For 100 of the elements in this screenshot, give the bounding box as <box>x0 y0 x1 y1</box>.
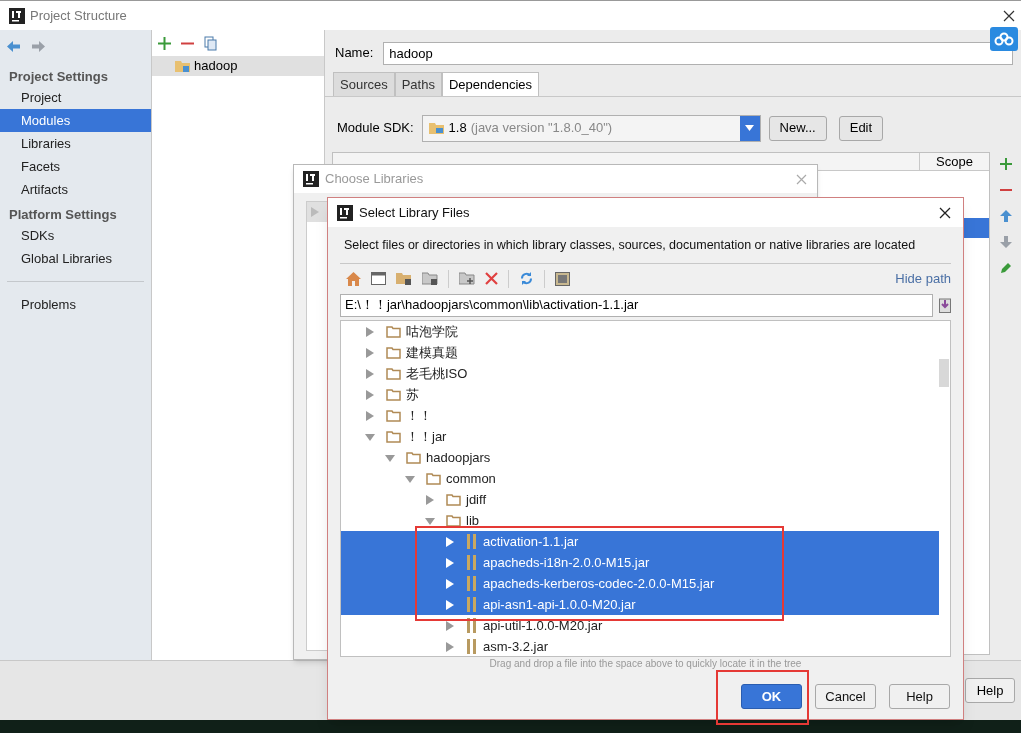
hide-path-link[interactable]: Hide path <box>895 268 951 289</box>
sdk-label: Module SDK: <box>337 119 414 138</box>
path-field[interactable]: E:\！！jar\hadoopjars\common\lib\activation-1.1.jar <box>340 293 933 317</box>
tree-row[interactable]: 苏 <box>341 384 939 405</box>
desktop-icon[interactable] <box>371 272 386 285</box>
forward-arrow-icon[interactable] <box>31 39 46 53</box>
collapsed-arrow-icon[interactable] <box>365 410 375 421</box>
tree-row[interactable]: activation-1.1.jar <box>341 531 939 552</box>
folder-icon <box>406 451 421 464</box>
expanded-arrow-icon[interactable] <box>365 431 375 442</box>
tree-row[interactable]: api-asn1-api-1.0.0-M20.jar <box>341 594 939 615</box>
tab[interactable]: Sources <box>333 72 395 96</box>
jar-icon <box>466 639 478 654</box>
folder-icon <box>386 430 401 443</box>
tree-row[interactable]: 老毛桃ISO <box>341 363 939 384</box>
sdk-button[interactable]: Edit <box>838 115 884 141</box>
app-logo-icon <box>9 7 25 24</box>
folder-icon[interactable] <box>422 272 438 285</box>
tab[interactable]: Dependencies <box>441 72 540 96</box>
sidebar-item[interactable]: Modules <box>0 109 151 132</box>
app-logo-icon <box>337 204 353 221</box>
back-arrow-icon[interactable] <box>6 39 21 53</box>
copy-icon[interactable] <box>204 35 217 51</box>
tab[interactable]: Paths <box>394 72 442 96</box>
dialog-title: Choose Libraries <box>325 170 424 189</box>
new-folder-icon[interactable] <box>459 272 475 285</box>
sidebar-item[interactable]: Problems <box>0 293 151 316</box>
clipboard-icon[interactable] <box>939 297 951 313</box>
move-down-icon[interactable] <box>999 236 1012 248</box>
cloud-icon[interactable] <box>990 27 1018 51</box>
grid-icon[interactable] <box>555 271 570 286</box>
collapsed-arrow-icon[interactable] <box>365 389 375 400</box>
sidebar-item[interactable]: Artifacts <box>0 178 151 201</box>
expanded-arrow-icon[interactable] <box>405 473 415 484</box>
delete-icon[interactable] <box>485 272 498 285</box>
folder-icon <box>386 409 401 422</box>
collapsed-arrow-icon[interactable] <box>445 641 455 652</box>
jar-icon <box>466 597 478 612</box>
add-icon[interactable] <box>158 36 171 50</box>
expanded-arrow-icon[interactable] <box>385 452 395 463</box>
section-heading: Platform Settings <box>8 205 118 224</box>
tree-row[interactable]: hadoopjars <box>341 447 939 468</box>
add-icon[interactable] <box>999 158 1012 170</box>
ok-button[interactable]: OK <box>741 684 802 709</box>
app-logo-icon <box>303 171 319 187</box>
collapsed-arrow-icon[interactable] <box>365 368 375 379</box>
folder-icon <box>386 388 401 401</box>
dialog-description: Select files or directories in which library classes, sources, documentation or native libraries are located <box>343 236 917 254</box>
move-up-icon[interactable] <box>999 210 1012 222</box>
sidebar-item[interactable]: Project <box>0 86 151 109</box>
tree-row[interactable]: asm-3.2.jar <box>341 636 939 656</box>
tree-row[interactable]: 咕泡学院 <box>341 321 939 342</box>
tree-row[interactable]: apacheds-i18n-2.0.0-M15.jar <box>341 552 939 573</box>
close-icon[interactable] <box>939 206 951 219</box>
sdk-dropdown[interactable]: 1.8 (java version "1.8.0_40") <box>421 114 761 142</box>
folder-icon <box>386 367 401 380</box>
section-heading: Project Settings <box>8 67 109 86</box>
tree-row[interactable]: ！！ <box>341 405 939 426</box>
sidebar-item[interactable]: Facets <box>0 155 151 178</box>
collapsed-arrow-icon[interactable] <box>365 326 375 337</box>
collapsed-arrow-icon[interactable] <box>445 557 455 568</box>
folder-icon[interactable] <box>396 272 412 285</box>
name-label: Name: <box>335 44 374 63</box>
dialog-button[interactable]: Help <box>889 684 950 709</box>
tree-row[interactable]: jdiff <box>341 489 939 510</box>
jar-icon <box>466 555 478 570</box>
home-icon[interactable] <box>346 271 361 286</box>
tree-row[interactable]: ！！jar <box>341 426 939 447</box>
folder-icon <box>386 346 401 359</box>
folder-icon <box>446 514 461 527</box>
collapsed-arrow-icon[interactable] <box>445 620 455 631</box>
pencil-icon[interactable] <box>999 262 1012 274</box>
column-header[interactable]: Scope <box>919 153 989 170</box>
sdk-button[interactable]: New... <box>768 115 827 141</box>
folder-icon <box>386 325 401 338</box>
sidebar-item[interactable]: SDKs <box>0 224 151 247</box>
refresh-icon[interactable] <box>519 271 534 286</box>
collapsed-arrow-icon[interactable] <box>445 599 455 610</box>
sidebar-item[interactable]: Libraries <box>0 132 151 155</box>
sidebar-item[interactable]: Global Libraries <box>0 247 151 270</box>
tree-row[interactable]: 建模真题 <box>341 342 939 363</box>
sdk-folder-icon <box>428 121 445 135</box>
jar-icon <box>466 576 478 591</box>
tree-row[interactable]: common <box>341 468 939 489</box>
tree-row[interactable]: apacheds-kerberos-codec-2.0.0-M15.jar <box>341 573 939 594</box>
collapsed-arrow-icon[interactable] <box>365 347 375 358</box>
scrollbar[interactable] <box>939 359 949 387</box>
module-item[interactable]: hadoop <box>152 56 324 76</box>
help-button[interactable]: Help <box>965 678 1015 703</box>
dialog-title: Select Library Files <box>359 203 470 222</box>
name-field[interactable]: hadoop <box>383 41 1013 65</box>
module-folder-icon <box>175 59 191 73</box>
expanded-arrow-icon[interactable] <box>425 515 435 526</box>
close-icon[interactable] <box>1003 9 1015 22</box>
collapsed-arrow-icon[interactable] <box>445 536 455 547</box>
collapsed-arrow-icon[interactable] <box>445 578 455 589</box>
dialog-button[interactable]: Cancel <box>815 684 876 709</box>
folder-icon <box>426 472 441 485</box>
jar-icon <box>466 534 478 549</box>
collapsed-arrow-icon[interactable] <box>425 494 435 505</box>
